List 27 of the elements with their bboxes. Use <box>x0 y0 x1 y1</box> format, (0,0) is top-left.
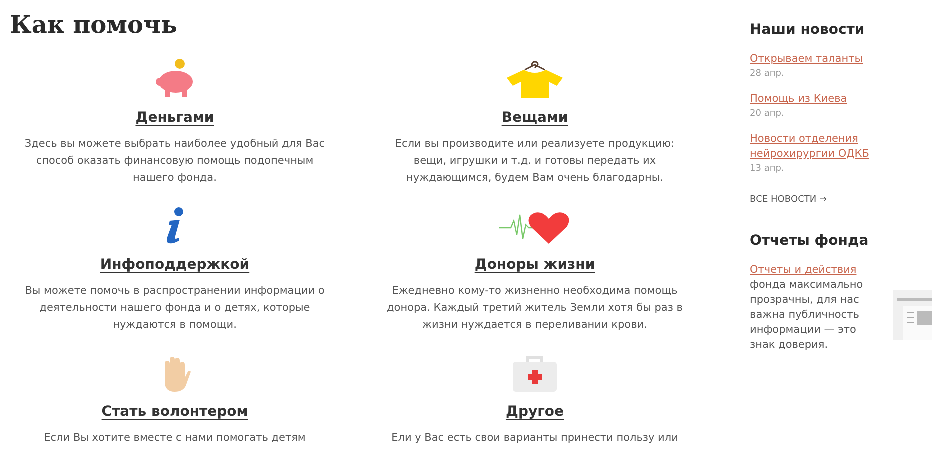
news-link[interactable]: Открываем таланты <box>750 52 890 67</box>
help-way-link[interactable]: Вещами <box>502 110 568 126</box>
help-way-description: Ели у Вас есть свои варианты принести пользу или <box>390 431 680 446</box>
reports-text: фонда максимально прозрачны, для нас важна публичность информации — это знак доверия. <box>750 279 864 351</box>
news-date: 28 апр. <box>750 69 786 79</box>
reports-heading: Отчеты фонда <box>750 233 870 249</box>
reports-link[interactable]: Отчеты и действия <box>750 264 857 276</box>
help-way-description: Если Вы хотите вместе с нами помогать детям <box>43 431 307 446</box>
help-way-link[interactable]: Доноры жизни <box>474 257 596 273</box>
news-date: 20 апр. <box>750 109 786 119</box>
help-way-description: Если вы производите или реализуете продукцию: вещи, игрушки и т.д. и готовы передать их нуждающимся, будем Вам очень благодарны. <box>394 137 676 186</box>
news-link[interactable]: Помощь из Киева <box>750 92 890 107</box>
document-icon[interactable] <box>893 290 932 340</box>
help-way-description: Вы можете помочь в распространении информации о деятельности нашего фонда и о детях, которые нуждаются в помощи. <box>24 284 326 333</box>
help-way-link[interactable]: Инфоподдержкой <box>100 257 250 273</box>
heartbeat-icon <box>499 211 571 245</box>
help-way-link[interactable]: Деньгами <box>136 110 214 126</box>
news-date: 13 апр. <box>750 164 786 174</box>
help-way-link[interactable]: Стать волонтером <box>102 404 248 420</box>
news-link[interactable]: Новости отделения нейрохирургии ОДКБ <box>750 132 890 162</box>
page-heading: Как помочь <box>10 10 178 40</box>
help-way-description: Здесь вы можете выбрать наиболее удобный для Вас способ оказать финансовую помощь подопечным нашего фонда. <box>24 137 326 186</box>
help-way-link[interactable]: Другое <box>506 404 564 420</box>
first-aid-kit-icon <box>512 356 558 392</box>
all-news-link[interactable]: ВСЕ НОВОСТИ → <box>750 195 828 205</box>
news-heading: Наши новости <box>750 22 866 38</box>
help-way-description: Ежедневно кому-то жизненно необходима помощь донора. Каждый третий житель Земли хотя бы раз в жизни нуждается в переливании крови. <box>386 284 684 333</box>
